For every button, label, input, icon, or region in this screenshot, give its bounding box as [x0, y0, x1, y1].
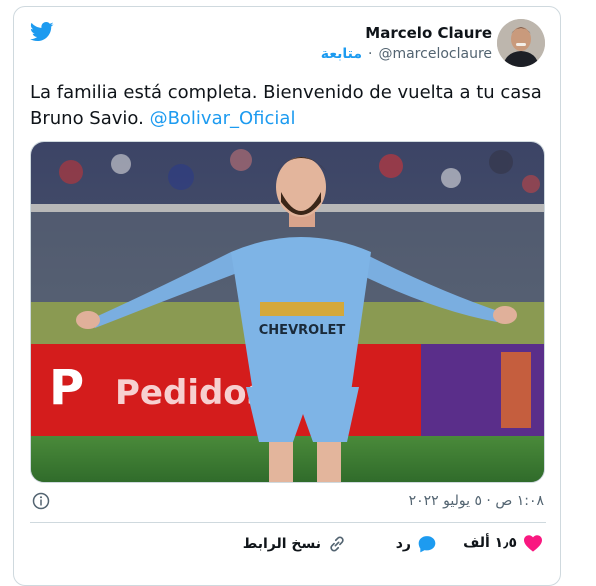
reply-button[interactable]: رد	[396, 534, 437, 554]
heart-icon	[524, 535, 542, 552]
banner-text: Pedidos	[115, 373, 267, 413]
tweet-photo[interactable]: P Pedidos CHEVROLET	[30, 141, 545, 483]
tweet-text: La familia está completa. Bienvenido de …	[30, 80, 550, 132]
info-icon[interactable]	[32, 492, 50, 510]
copy-link-label: نسخ الرابط	[242, 536, 321, 552]
svg-text:P: P	[49, 360, 84, 416]
follow-button[interactable]: متابعة	[321, 46, 362, 62]
mention-link[interactable]: @Bolivar_Oficial	[150, 108, 296, 129]
avatar-portrait	[497, 19, 545, 67]
author-handle-row: متابعة · @marceloclaure	[321, 46, 492, 62]
like-button[interactable]: ١٫٥ ألف	[463, 534, 543, 552]
tweet-actions: ١٫٥ ألف رد نسخ الرابط	[30, 534, 546, 556]
author-handle[interactable]: @marceloclaure	[378, 46, 492, 62]
tweet-timestamp[interactable]: ١:٠٨ ص · ٥ يوليو ٢٠٢٢	[409, 493, 544, 509]
divider	[30, 522, 546, 523]
copy-link-button[interactable]: نسخ الرابط	[243, 534, 347, 554]
jersey-sponsor: CHEVROLET	[259, 323, 346, 338]
separator-dot: ·	[368, 46, 373, 62]
avatar[interactable]	[497, 19, 545, 67]
photo-football-player: P Pedidos CHEVROLET	[31, 142, 544, 482]
author-name[interactable]: Marcelo Claure	[365, 24, 492, 42]
speech-bubble-icon	[418, 536, 436, 553]
twitter-bird-icon[interactable]	[30, 22, 54, 42]
reply-label: رد	[395, 536, 411, 552]
tweet-meta-row: ١:٠٨ ص · ٥ يوليو ٢٠٢٢	[30, 491, 546, 513]
link-icon	[330, 536, 344, 552]
likes-count: ١٫٥ ألف	[463, 535, 517, 551]
